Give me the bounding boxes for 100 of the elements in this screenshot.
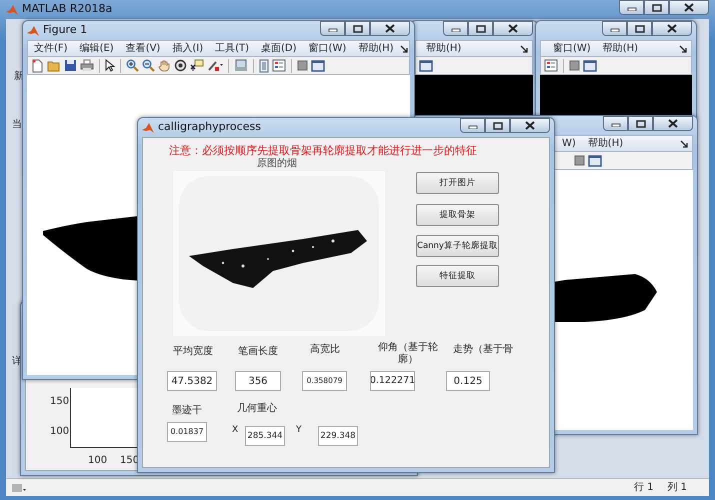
colorbar-icon[interactable] [259, 58, 269, 72]
rotate-icon[interactable] [174, 59, 187, 72]
window-title: Figure 1 [43, 22, 88, 38]
zoom-out-icon[interactable] [142, 59, 155, 72]
data-cursor-icon[interactable] [190, 59, 204, 72]
maximize-icon [636, 120, 646, 128]
minimize-button[interactable] [603, 116, 628, 131]
maximize-button[interactable] [345, 21, 370, 36]
maximize-button[interactable] [468, 21, 493, 36]
minimize-icon [450, 26, 460, 32]
matlab-logo-icon[interactable] [27, 24, 39, 36]
dock-arrow-icon[interactable] [679, 44, 687, 52]
menu-item[interactable]: 帮助(H) [352, 41, 400, 56]
value-field[interactable]: 0.125 [446, 371, 490, 391]
plot-window-icon[interactable] [311, 60, 325, 72]
minimize-icon [610, 26, 620, 32]
field-label: 平均宽度 [173, 344, 213, 359]
close-button[interactable] [370, 21, 410, 36]
maximize-icon [634, 24, 644, 32]
close-icon [525, 121, 535, 130]
menu-item[interactable]: 帮助(H) [596, 41, 644, 56]
field-label: 几何重心 [237, 402, 277, 416]
plot-window-icon[interactable] [583, 60, 597, 72]
zoom-in-icon[interactable] [126, 59, 139, 72]
minimize-button[interactable] [619, 0, 644, 15]
axis-label: Y [296, 424, 302, 437]
close-icon [668, 119, 678, 128]
maximize-icon [352, 24, 362, 32]
open-folder-icon[interactable] [47, 60, 61, 72]
menu-item[interactable]: 文件(F) [28, 41, 74, 56]
panel-label: 当 [12, 118, 22, 132]
close-icon [508, 24, 518, 33]
dock-arrow-icon[interactable] [520, 44, 528, 52]
action-button[interactable]: 提取骨架 [416, 204, 499, 226]
close-icon [667, 24, 677, 33]
maximize-icon [476, 24, 486, 32]
tick-label: 100 [50, 425, 70, 439]
maximize-button[interactable] [485, 118, 510, 133]
legend-icon[interactable] [544, 59, 558, 72]
close-button[interactable] [652, 21, 692, 36]
matlab-logo-icon[interactable] [142, 122, 154, 134]
value-field[interactable]: 285.344 [245, 426, 285, 446]
minimize-icon [468, 122, 478, 128]
plot-window-icon[interactable] [419, 60, 433, 72]
minimize-button[interactable] [602, 21, 627, 36]
minimize-button[interactable] [460, 118, 485, 133]
action-button[interactable]: 打开图片 [416, 172, 499, 194]
action-button[interactable]: 特征提取 [416, 265, 499, 287]
grid-square-icon[interactable] [569, 60, 580, 71]
new-file-icon[interactable] [31, 58, 44, 72]
grip-icon[interactable] [12, 482, 28, 492]
menu-item[interactable]: 帮助(H) [582, 136, 630, 151]
grid-square-icon[interactable] [297, 60, 308, 71]
status-row-text: 行 1 [634, 481, 654, 495]
window-title: MATLAB R2018a [22, 1, 112, 18]
plot-window-icon[interactable] [588, 154, 602, 166]
printer-icon[interactable] [80, 59, 94, 72]
value-field[interactable]: 47.5382 [167, 371, 217, 391]
close-button[interactable] [510, 118, 550, 133]
action-button[interactable]: Canny算子轮廓提取 [416, 235, 499, 257]
menu-item[interactable]: W) [556, 136, 582, 151]
maximize-button[interactable] [628, 116, 653, 131]
menu-item[interactable]: 查看(V) [120, 41, 166, 56]
value-field[interactable]: 356 [235, 371, 281, 391]
menu-item[interactable]: 窗口(W) [302, 41, 352, 56]
warning-text: 注意：必须按顺序先提取骨架再轮廓提取才能进行进一步的特征 [169, 144, 477, 157]
field-label: 高宽比 [310, 342, 340, 357]
menu-item[interactable]: 工具(T) [209, 41, 256, 56]
field-label: 笔画长度 [238, 344, 278, 359]
maximize-icon [652, 4, 662, 12]
field-label: 走势（基于骨 [453, 342, 513, 357]
close-button[interactable] [493, 21, 533, 36]
dock-arrow-icon[interactable] [680, 140, 688, 148]
field-label: 仰角（基于轮廓） [377, 342, 439, 366]
maximize-icon [492, 122, 502, 130]
minimize-icon [328, 26, 338, 32]
minimize-button[interactable] [320, 21, 345, 36]
minimize-button[interactable] [443, 21, 468, 36]
maximize-button[interactable] [644, 0, 669, 15]
menu-item[interactable]: 插入(I) [166, 41, 210, 56]
grid-square-icon[interactable] [574, 155, 585, 166]
axes-title: 原图的烟 [257, 158, 297, 169]
legend-icon[interactable] [272, 59, 286, 72]
dock-arrow-icon[interactable] [400, 44, 408, 52]
close-icon [684, 3, 694, 12]
menu-item[interactable]: 编辑(E) [74, 41, 120, 56]
save-icon[interactable] [64, 59, 77, 72]
tick-label: 100 [88, 454, 108, 468]
close-button[interactable] [653, 116, 693, 131]
status-column: 列 1 [667, 480, 687, 495]
value-field[interactable]: 229.348 [318, 426, 358, 446]
close-button[interactable] [669, 0, 709, 15]
value-field[interactable]: 0.01837 [167, 422, 207, 442]
hand-icon[interactable] [158, 59, 171, 72]
menu-item[interactable]: 窗口(W) [547, 41, 597, 56]
pointer-icon[interactable] [105, 59, 115, 72]
window-title: calligraphyprocess [158, 119, 261, 136]
maximize-button[interactable] [627, 21, 652, 36]
menu-item[interactable]: 桌面(D) [255, 41, 303, 56]
brush-icon[interactable] [207, 59, 223, 72]
